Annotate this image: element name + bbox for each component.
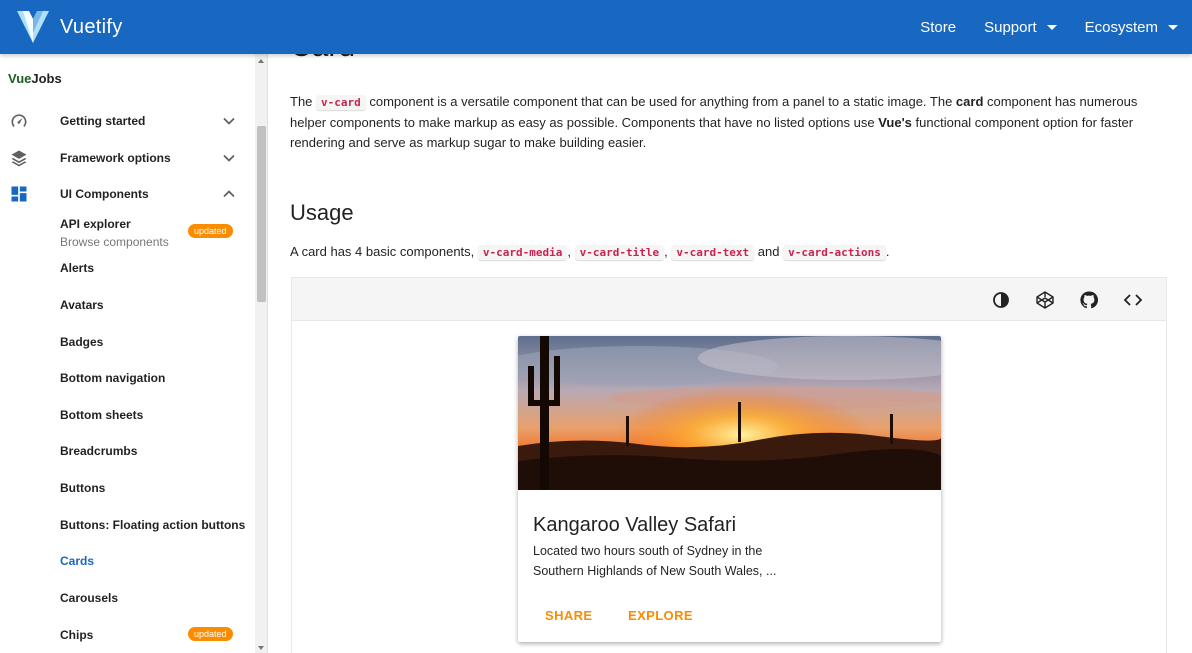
card-text: Located two hours south of Sydney in the…: [533, 544, 777, 578]
sidebar-item-subtext: Browse components: [60, 235, 169, 249]
speedometer-icon: [11, 114, 27, 127]
inline-code: v-card-title: [574, 245, 665, 260]
nav-support-label: Support: [984, 18, 1037, 36]
scroll-thumb[interactable]: [257, 126, 266, 302]
chevron-down-icon: [223, 154, 235, 162]
inline-code: v-card-text: [671, 245, 755, 260]
caret-down-icon: [1046, 24, 1057, 30]
sidebar-group-label: UI Components: [60, 187, 149, 201]
sidebar-item-badges[interactable]: Badges: [60, 335, 103, 349]
example-toolbar: [292, 278, 1166, 321]
inline-code: v-card-actions: [783, 245, 886, 260]
layers-icon: [11, 150, 27, 167]
example-panel: Kangaroo Valley Safari Located two hours…: [291, 277, 1167, 653]
usage-text: and: [754, 244, 784, 259]
vuejobs-part1: Vue: [8, 71, 32, 86]
sidebar-item-chips[interactable]: Chips: [60, 628, 93, 642]
updated-badge: updated: [188, 224, 233, 238]
app-bar: Vuetify Store Support Ecosystem: [0, 0, 1192, 54]
invert-colors-icon[interactable]: [991, 290, 1011, 310]
chevron-up-icon: [223, 190, 235, 198]
chevron-down-icon: [223, 117, 235, 125]
sidebar-item-cards[interactable]: Cards: [60, 554, 94, 568]
intro-paragraph: The v-card component is a versatile comp…: [290, 92, 1160, 153]
usage-text: A card has 4 basic components,: [290, 244, 478, 259]
app-brand[interactable]: Vuetify: [60, 16, 123, 39]
updated-badge: updated: [188, 627, 233, 641]
card-media-image: [518, 336, 941, 490]
nav-ecosystem-label: Ecosystem: [1084, 18, 1158, 36]
share-button[interactable]: SHARE: [545, 608, 593, 623]
sidebar-item-alerts[interactable]: Alerts: [60, 261, 94, 275]
sidebar-item-bottom-sheets[interactable]: Bottom sheets: [60, 408, 143, 422]
sidebar: VueJobs Getting started Framework option…: [0, 54, 268, 653]
intro-bold: card: [955, 94, 984, 109]
intro-text: The: [290, 94, 317, 109]
usage-paragraph: A card has 4 basic components, v-card-me…: [290, 244, 890, 260]
usage-heading: Usage: [290, 200, 354, 225]
scroll-down-icon[interactable]: [258, 646, 264, 650]
explore-button[interactable]: EXPLORE: [628, 608, 693, 623]
nav-store-label: Store: [920, 18, 957, 36]
sidebar-item-breadcrumbs[interactable]: Breadcrumbs: [60, 444, 137, 458]
sidebar-group-framework-options[interactable]: Framework options: [0, 140, 252, 176]
vuetify-logo[interactable]: [17, 9, 49, 45]
sidebar-item-bottom-navigation[interactable]: Bottom navigation: [60, 371, 165, 385]
usage-text: .: [885, 244, 890, 259]
sidebar-group-getting-started[interactable]: Getting started: [0, 103, 252, 139]
sidebar-group-label: Getting started: [60, 114, 146, 128]
sidebar-item-avatars[interactable]: Avatars: [60, 298, 104, 312]
sidebar-item-api-explorer[interactable]: API explorer: [60, 217, 131, 231]
inline-code: v-card-media: [477, 245, 568, 260]
main-content: Card The v-card component is a versatile…: [268, 54, 1192, 653]
nav-support[interactable]: Support: [970, 0, 1071, 54]
sidebar-group-label: Framework options: [60, 151, 171, 165]
card-title: Kangaroo Valley Safari: [533, 514, 737, 536]
inline-code: v-card: [316, 95, 366, 110]
caret-down-icon: [1168, 24, 1178, 30]
usage-sep: ,: [567, 244, 575, 259]
nav-store[interactable]: Store: [906, 0, 970, 54]
vuejobs-part2: Jobs: [31, 71, 62, 86]
sidebar-item-carousels[interactable]: Carousels: [60, 591, 118, 605]
scroll-up-icon[interactable]: [258, 59, 264, 63]
example-card: Kangaroo Valley Safari Located two hours…: [518, 336, 941, 642]
github-icon[interactable]: [1079, 290, 1099, 310]
sidebar-item-buttons[interactable]: Buttons: [60, 481, 105, 495]
vuejobs-sponsor[interactable]: VueJobs: [8, 71, 62, 86]
top-nav: Store Support Ecosystem: [906, 0, 1192, 54]
view-dashboard-icon: [11, 186, 27, 202]
page-title: Card: [290, 54, 355, 64]
intro-bold: Vue's: [878, 115, 912, 130]
sidebar-scrollbar[interactable]: [255, 54, 267, 653]
nav-ecosystem[interactable]: Ecosystem: [1071, 0, 1192, 54]
sidebar-item-fab[interactable]: Buttons: Floating action buttons: [60, 518, 245, 532]
sidebar-group-ui-components[interactable]: UI Components: [0, 176, 252, 212]
codepen-icon[interactable]: [1035, 290, 1055, 310]
code-icon[interactable]: [1123, 290, 1143, 310]
intro-text: component is a versatile component that …: [365, 94, 956, 109]
